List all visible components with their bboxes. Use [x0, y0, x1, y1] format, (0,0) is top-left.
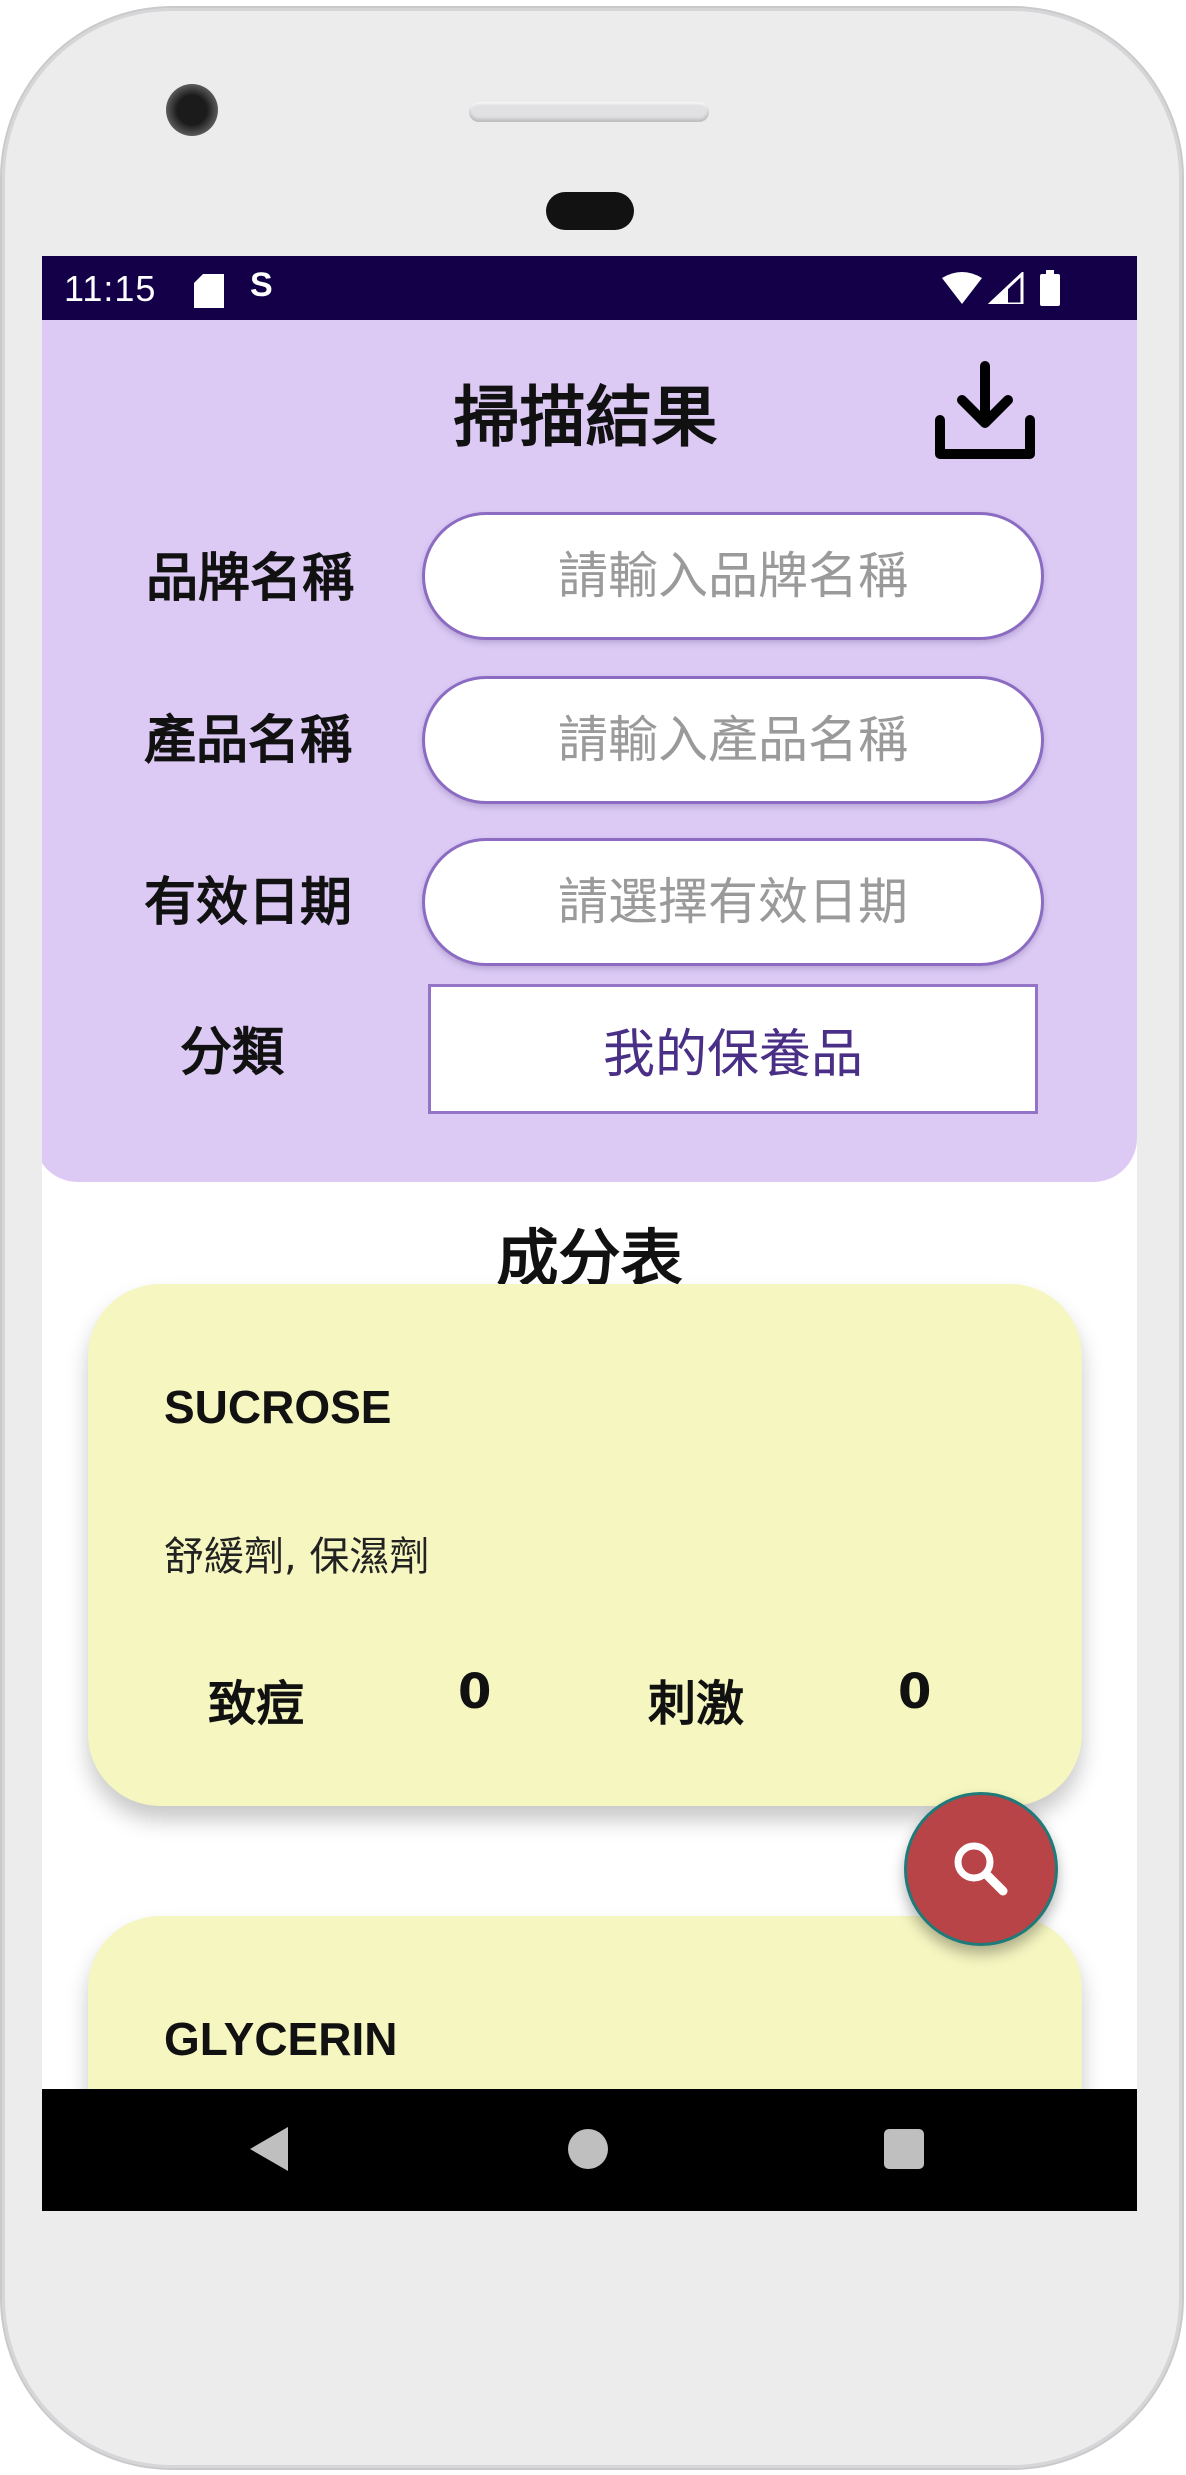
- search-icon: [954, 1842, 1008, 1896]
- expiry-date-input[interactable]: [422, 838, 1044, 966]
- navigation-bar: [42, 2089, 1137, 2211]
- recents-square-icon[interactable]: [884, 2129, 924, 2169]
- acne-label: 致痘: [208, 1676, 305, 1732]
- home-circle-icon[interactable]: [568, 2129, 608, 2169]
- expiry-label: 有效日期: [144, 873, 353, 933]
- brand-label: 品牌名稱: [146, 549, 355, 609]
- proximity-sensor: [546, 192, 634, 230]
- header-panel: 掃描結果 品牌名稱 產品名稱 有效日期 分類 我的保養品: [42, 320, 1137, 1182]
- download-icon[interactable]: [932, 358, 1038, 464]
- phone-frame: 11:15 S 掃描結果 品牌名稱 請輸入品牌名稱 產品名稱 請輸入產品名稱 有…: [2, 8, 1182, 2468]
- battery-icon: [1040, 270, 1060, 306]
- notification-s-icon: S: [250, 266, 273, 304]
- irritation-label: 刺激: [648, 1676, 745, 1732]
- brand-name-input[interactable]: [422, 512, 1044, 640]
- earpiece-speaker: [469, 102, 709, 122]
- product-label: 產品名稱: [144, 711, 353, 771]
- signal-icon: [988, 272, 1024, 304]
- status-bar: 11:15 S: [42, 256, 1137, 320]
- status-time: 11:15: [64, 268, 157, 309]
- irritation-value: 0: [898, 1664, 932, 1720]
- front-camera: [166, 84, 218, 136]
- ingredient-name: GLYCERIN: [164, 2013, 398, 2065]
- category-label: 分類: [180, 1023, 285, 1083]
- ingredient-name: SUCROSE: [164, 1381, 392, 1433]
- wifi-icon: [942, 272, 982, 304]
- ingredient-card[interactable]: SUCROSE 舒緩劑, 保濕劑 致痘 0 刺激 0: [88, 1284, 1082, 1806]
- category-select[interactable]: 我的保養品: [428, 984, 1038, 1114]
- ingredient-function: 舒緩劑, 保濕劑: [164, 1534, 430, 1580]
- category-value: 我的保養品: [602, 1024, 863, 1085]
- search-button[interactable]: [904, 1792, 1058, 1946]
- app-screen: 11:15 S 掃描結果 品牌名稱 請輸入品牌名稱 產品名稱 請輸入產品名稱 有…: [42, 256, 1137, 2211]
- sim-card-icon: [194, 274, 224, 308]
- back-triangle-icon[interactable]: [250, 2127, 288, 2171]
- acne-value: 0: [458, 1664, 492, 1720]
- product-name-input[interactable]: [422, 676, 1044, 804]
